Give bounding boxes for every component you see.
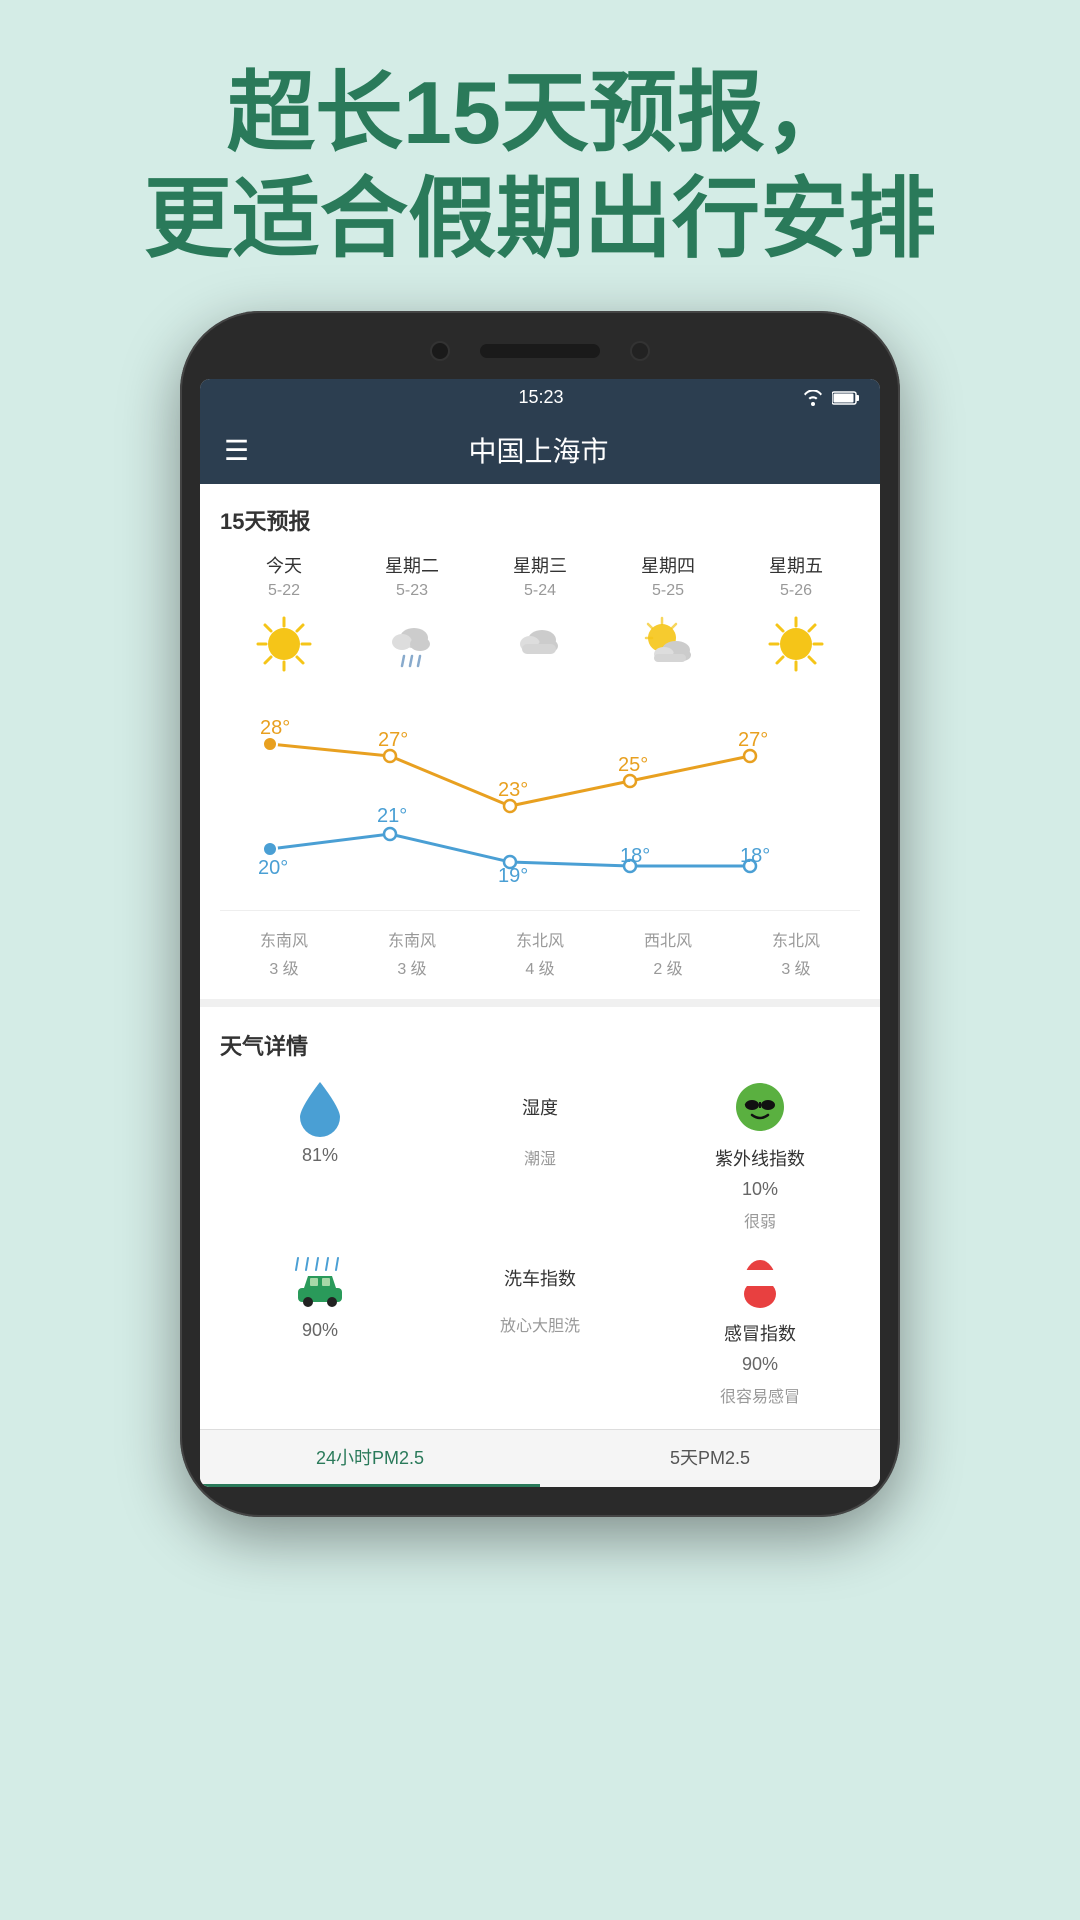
- wind-dir-1: 东南风: [388, 927, 436, 951]
- wind-dir-3: 西北风: [644, 927, 692, 951]
- details-section: 天气详情 81% 湿度: [200, 1009, 880, 1427]
- promo-header: 超长15天预报， 更适合假期出行安排: [0, 0, 1080, 311]
- day-date-0: 5-22: [268, 582, 300, 600]
- cold-value: 90%: [742, 1354, 778, 1375]
- tab-24h-pm25[interactable]: 24小时PM2.5: [200, 1430, 540, 1487]
- wind-grid: 东南风 3 级 东南风 3 级 东北风 4 级 西北风 2 级: [220, 910, 860, 979]
- svg-text:28°: 28°: [260, 717, 290, 739]
- detail-carwash-icon: 90%: [220, 1252, 420, 1407]
- tab-5day-pm25[interactable]: 5天PM2.5: [540, 1430, 880, 1487]
- battery-icon: [832, 390, 860, 406]
- wind-level-3: 2 级: [653, 955, 682, 979]
- forecast-day-wed: 星期三 5-24: [476, 552, 604, 684]
- status-bar: 15:23: [200, 379, 880, 416]
- promo-line1: 超长15天预报，: [0, 60, 1080, 166]
- uv-icon: [730, 1077, 790, 1137]
- temp-chart: 28° 27° 23° 25° 27°: [220, 694, 860, 894]
- detail-uv: 紫外线指数 10% 很弱: [660, 1077, 860, 1232]
- details-grid: 81% 湿度 潮湿: [220, 1077, 860, 1407]
- front-sensor: [630, 341, 650, 361]
- wind-item-2: 东北风 4 级: [516, 927, 564, 979]
- forecast-day-today: 今天 5-22: [220, 552, 348, 684]
- svg-text:18°: 18°: [620, 845, 650, 867]
- detail-humidity-label: 湿度 潮湿: [440, 1077, 640, 1232]
- carwash-label: 洗车指数: [504, 1265, 576, 1291]
- cold-desc: 很容易感冒: [720, 1383, 800, 1407]
- wind-dir-4: 东北风: [772, 927, 820, 951]
- phone-outer: 15:23 ☰ 中国上海市: [180, 311, 900, 1517]
- detail-carwash-label: 洗车指数 放心大胆洗: [440, 1252, 640, 1407]
- wind-level-4: 3 级: [781, 955, 810, 979]
- carwash-icon: [290, 1252, 350, 1312]
- menu-button[interactable]: ☰: [224, 434, 249, 467]
- carwash-desc: 放心大胆洗: [500, 1312, 580, 1336]
- front-camera: [430, 341, 450, 361]
- day-date-2: 5-24: [524, 582, 556, 600]
- promo-line2: 更适合假期出行安排: [0, 166, 1080, 272]
- speaker: [480, 344, 600, 358]
- app-navbar: ☰ 中国上海市: [200, 416, 880, 484]
- wind-item-1: 东南风 3 级: [388, 927, 436, 979]
- phone-mockup: 15:23 ☰ 中国上海市: [180, 311, 900, 1517]
- svg-text:27°: 27°: [738, 729, 768, 751]
- svg-text:18°: 18°: [740, 845, 770, 867]
- detail-humidity-icon: 81%: [220, 1077, 420, 1232]
- day-label-0: 今天: [266, 552, 302, 578]
- forecast-day-thu: 星期四 5-25: [604, 552, 732, 684]
- wifi-icon: [802, 390, 824, 406]
- wind-level-1: 3 级: [397, 955, 426, 979]
- weather-icon-rain-1: [380, 612, 444, 676]
- day-label-1: 星期二: [385, 552, 439, 578]
- drop-icon: [290, 1077, 350, 1137]
- svg-text:23°: 23°: [498, 779, 528, 801]
- uv-value: 10%: [742, 1179, 778, 1200]
- forecast-title: 15天预报: [220, 504, 860, 536]
- section-divider: [200, 999, 880, 1007]
- svg-text:21°: 21°: [377, 805, 407, 827]
- svg-text:27°: 27°: [378, 729, 408, 751]
- forecast-day-tue: 星期二 5-23: [348, 552, 476, 684]
- phone-top-bar: [200, 341, 880, 361]
- day-date-4: 5-26: [780, 582, 812, 600]
- humidity-desc: 潮湿: [524, 1145, 556, 1169]
- svg-text:20°: 20°: [258, 857, 288, 879]
- humidity-value: 81%: [302, 1145, 338, 1166]
- wind-item-0: 东南风 3 级: [260, 927, 308, 979]
- day-label-2: 星期三: [513, 552, 567, 578]
- cold-icon: [730, 1252, 790, 1312]
- weather-content: 15天预报 今天 5-22: [200, 484, 880, 999]
- day-date-3: 5-25: [652, 582, 684, 600]
- wind-level-2: 4 级: [525, 955, 554, 979]
- bottom-tabs: 24小时PM2.5 5天PM2.5: [200, 1429, 880, 1487]
- day-label-3: 星期四: [641, 552, 695, 578]
- city-name: 中国上海市: [469, 430, 609, 470]
- wind-level-0: 3 级: [269, 955, 298, 979]
- svg-text:25°: 25°: [618, 754, 648, 776]
- weather-icon-partly-3: [636, 612, 700, 676]
- forecast-grid: 今天 5-22: [220, 552, 860, 684]
- weather-icon-cloud-2: [508, 612, 572, 676]
- carwash-value: 90%: [302, 1320, 338, 1341]
- forecast-day-fri: 星期五 5-26: [732, 552, 860, 684]
- day-date-1: 5-23: [396, 582, 428, 600]
- uv-label: 紫外线指数: [715, 1145, 805, 1171]
- details-title: 天气详情: [220, 1029, 860, 1061]
- detail-cold: 感冒指数 90% 很容易感冒: [660, 1252, 860, 1407]
- cold-label: 感冒指数: [724, 1320, 796, 1346]
- phone-screen: 15:23 ☰ 中国上海市: [200, 379, 880, 1487]
- status-time: 15:23: [280, 387, 802, 408]
- uv-desc: 很弱: [744, 1208, 776, 1232]
- wind-item-3: 西北风 2 级: [644, 927, 692, 979]
- svg-text:19°: 19°: [498, 865, 528, 884]
- weather-icon-sun-4: [764, 612, 828, 676]
- status-icons: [802, 390, 860, 406]
- wind-dir-2: 东北风: [516, 927, 564, 951]
- wind-dir-0: 东南风: [260, 927, 308, 951]
- day-label-4: 星期五: [769, 552, 823, 578]
- weather-icon-sun-0: [252, 612, 316, 676]
- humidity-label: 湿度: [522, 1094, 558, 1120]
- wind-item-4: 东北风 3 级: [772, 927, 820, 979]
